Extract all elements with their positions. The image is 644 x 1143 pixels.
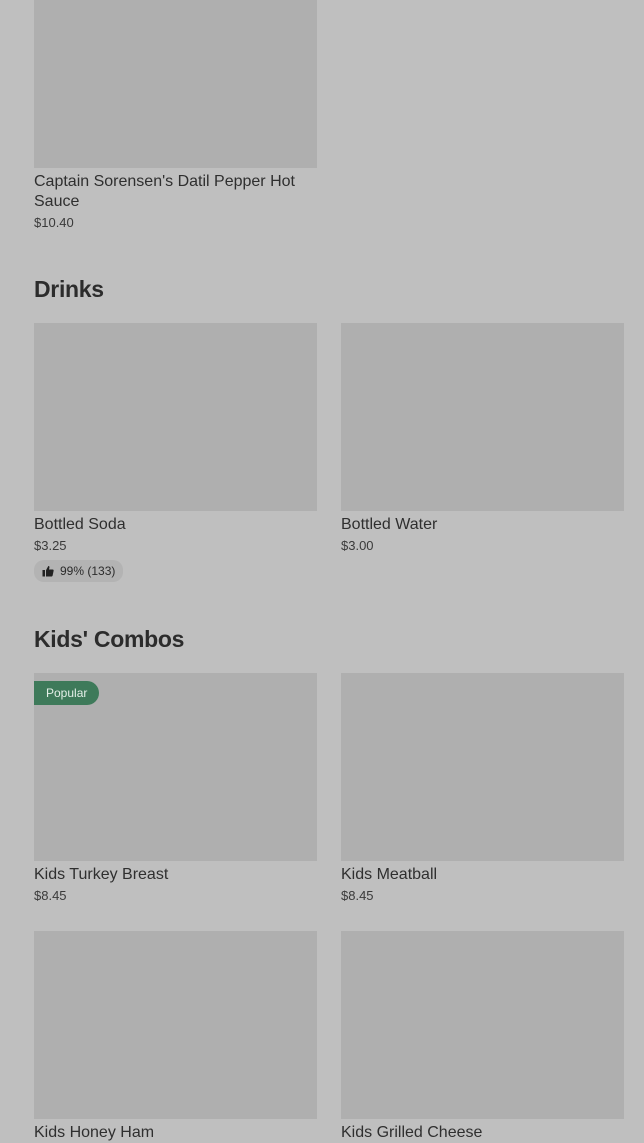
item-price: $8.45 (341, 888, 374, 903)
menu-item-kids-grilled-cheese[interactable]: Kids Grilled Cheese (341, 931, 624, 1143)
item-name: Kids Meatball (341, 866, 438, 883)
item-price: $3.00 (341, 538, 374, 553)
popular-badge: Popular (34, 681, 100, 705)
rating-badge: 99% (133) (34, 560, 124, 582)
item-name: Bottled Soda (34, 516, 126, 533)
item-name: Kids Turkey Breast (34, 866, 169, 883)
item-name: Kids Grilled Cheese (341, 1124, 483, 1141)
thumbs-up-icon (42, 566, 54, 577)
item-image (341, 931, 624, 1119)
menu-item-kids-honey-ham[interactable]: Kids Honey Ham (34, 931, 317, 1143)
item-image (341, 323, 624, 511)
item-name: Captain Sorensen's Datil Pepper Hot Sauc… (34, 173, 295, 210)
section-title-kids-combos: Kids' Combos (34, 626, 185, 652)
menu-item-bottled-water[interactable]: Bottled Water $3.00 (341, 323, 624, 554)
item-price: $3.25 (34, 538, 67, 553)
item-image (34, 323, 317, 511)
item-image (341, 673, 624, 861)
menu-item-kids-meatball[interactable]: Kids Meatball $8.45 (341, 673, 624, 904)
rating-text: 99% (133) (60, 564, 116, 578)
item-image: Popular (34, 673, 317, 861)
item-name: Kids Honey Ham (34, 1124, 155, 1141)
menu-item-kids-turkey-breast[interactable]: Popular Kids Turkey Breast $8.45 (34, 673, 317, 904)
item-image (34, 0, 317, 168)
item-name: Bottled Water (341, 516, 438, 533)
menu-item-bottled-soda[interactable]: Bottled Soda $3.25 99% (133) (34, 323, 317, 582)
item-price: $10.40 (34, 215, 74, 230)
item-price: $8.45 (34, 888, 67, 903)
section-title-drinks: Drinks (34, 276, 104, 302)
menu-item-hot-sauce[interactable]: Captain Sorensen's Datil Pepper Hot Sauc… (34, 0, 317, 231)
item-image (34, 931, 317, 1119)
